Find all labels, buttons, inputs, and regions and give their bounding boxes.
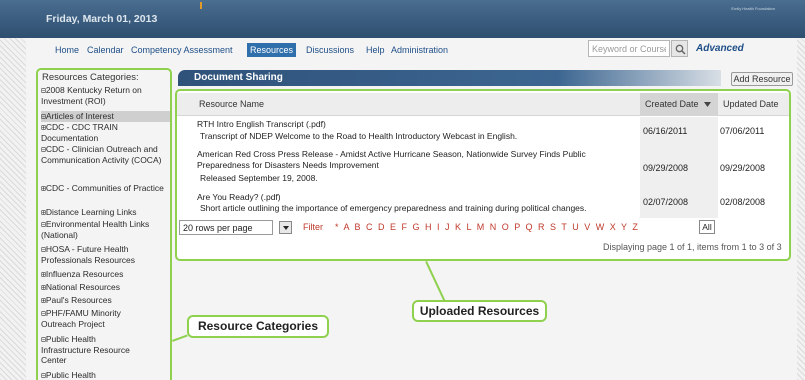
table-row[interactable]: Are You Ready? (.pdf) Short article outl… <box>177 192 789 218</box>
created-date-cell: 06/16/2011 <box>643 126 688 136</box>
category-label: Distance Learning Links <box>45 207 137 217</box>
main-nav: Home Calendar Competency Assessment Reso… <box>45 39 795 65</box>
resource-title-link[interactable]: American Red Cross Press Release - Amids… <box>197 149 637 171</box>
alphabet-filter[interactable]: * A B C D E F G H I J K L M N O P Q R S … <box>335 222 638 232</box>
updated-date-cell: 09/29/2008 <box>720 163 766 173</box>
category-item[interactable]: ⊟2008 Kentucky Return on Investment (ROI… <box>41 85 170 106</box>
category-item[interactable]: ⊞Paul's Resources <box>41 295 170 306</box>
banner-accent-mark <box>200 2 202 9</box>
category-label: Influenza Resources <box>45 269 124 279</box>
resources-table: Resource Name Created Date Updated Date … <box>175 89 791 261</box>
category-item[interactable]: ⊟Articles of Interest <box>41 111 170 122</box>
nav-home[interactable]: Home <box>55 45 79 55</box>
nav-help[interactable]: Help <box>366 45 385 55</box>
category-item[interactable]: ⊟HOSA - Future Health Professionals Reso… <box>41 244 170 265</box>
category-item[interactable]: ⊟CDC - Clinician Outreach and Communicat… <box>41 144 170 165</box>
category-label: Paul's Resources <box>45 295 112 305</box>
category-item[interactable]: ⊞CDC - Communities of Practice <box>41 183 170 194</box>
resource-description: Transcript of NDEP Welcome to the Road t… <box>200 131 518 141</box>
created-date-cell: 09/29/2008 <box>643 163 689 173</box>
column-header-resource-name[interactable]: Resource Name <box>199 99 264 109</box>
document-sharing-header: Document Sharing <box>178 70 721 86</box>
nav-calendar[interactable]: Calendar <box>87 45 124 55</box>
category-label: CDC - Clinician Outreach and Communicati… <box>41 144 162 165</box>
advanced-search-link[interactable]: Advanced <box>696 43 744 54</box>
category-label: CDC - Communities of Practice <box>45 183 164 193</box>
table-footer: 20 rows per page Filter * A B C D E F G … <box>179 220 789 236</box>
column-header-created-date[interactable]: Created Date <box>645 99 712 109</box>
left-page-margin <box>0 38 26 380</box>
uploaded-resources-callout: Uploaded Resources <box>412 300 547 322</box>
section-title: Document Sharing <box>194 72 283 83</box>
filter-label: Filter <box>303 222 323 232</box>
category-item[interactable]: ⊞Distance Learning Links <box>41 207 170 218</box>
top-banner: Friday, March 01, 2013 Emily Health Foun… <box>0 0 805 38</box>
category-label: HOSA - Future Health Professionals Resou… <box>41 244 136 265</box>
category-item[interactable]: ⊞National Resources <box>41 282 170 293</box>
magnifier-icon <box>675 44 686 55</box>
category-label: Public Health <box>45 370 96 380</box>
nav-resources[interactable]: Resources <box>247 43 297 57</box>
category-label: National Resources <box>45 282 121 292</box>
current-date: Friday, March 01, 2013 <box>46 13 158 25</box>
table-header: Resource Name Created Date Updated Date <box>177 93 789 116</box>
rows-per-page-select[interactable]: 20 rows per page <box>179 220 273 235</box>
table-row[interactable]: RTH Intro English Transcript (.pdf) Tran… <box>177 119 789 147</box>
sidebar-title: Resources Categories: <box>42 72 139 83</box>
category-label: Articles of Interest <box>45 111 114 121</box>
resource-description: Released September 19, 2008. <box>200 173 318 183</box>
add-resource-button[interactable]: Add Resource <box>731 72 793 86</box>
category-item[interactable]: ⊟Environmental Health Links (National) <box>41 219 170 240</box>
category-item[interactable]: ⊟PHF/FAMU Minority Outreach Project <box>41 308 131 329</box>
dropdown-arrow-icon[interactable] <box>279 221 292 234</box>
resource-title-link[interactable]: Are You Ready? (.pdf) <box>197 192 281 203</box>
column-header-updated-date[interactable]: Updated Date <box>723 99 779 109</box>
category-label: CDC - CDC TRAIN Documentation <box>41 122 118 143</box>
category-item[interactable]: ⊟Public Health <box>41 370 170 380</box>
resource-categories-callout: Resource Categories <box>187 315 329 338</box>
category-label: Environmental Health Links (National) <box>41 219 150 240</box>
updated-date-cell: 02/08/2008 <box>720 197 766 207</box>
updated-date-cell: 07/06/2011 <box>720 126 765 136</box>
table-row[interactable]: American Red Cross Press Release - Amids… <box>177 149 789 187</box>
keyword-search-input[interactable] <box>588 40 670 57</box>
category-item[interactable]: ⊞CDC - CDC TRAIN Documentation <box>41 122 170 143</box>
category-label: PHF/FAMU Minority Outreach Project <box>41 308 121 329</box>
category-label: Public Health Infrastructure Resource Ce… <box>41 334 130 365</box>
nav-discussions[interactable]: Discussions <box>306 45 354 55</box>
resource-categories-panel: Resources Categories: ⊟2008 Kentucky Ret… <box>36 68 172 380</box>
category-label: 2008 Kentucky Return on Investment (ROI) <box>41 85 142 106</box>
brand-logo-text: Emily Health Foundation <box>731 6 775 11</box>
category-item[interactable]: ⊟Public Health Infrastructure Resource C… <box>41 334 131 365</box>
category-item[interactable]: ⊞Influenza Resources <box>41 269 170 280</box>
filter-all-button[interactable]: All <box>699 220 715 234</box>
right-page-margin <box>797 38 805 380</box>
created-date-label: Created Date <box>645 99 699 109</box>
sort-desc-icon <box>704 102 712 108</box>
created-date-cell: 02/07/2008 <box>643 197 689 207</box>
nav-competency-assessment[interactable]: Competency Assessment <box>131 45 233 55</box>
paging-status: Displaying page 1 of 1, items from 1 to … <box>603 242 782 252</box>
resource-description: Short article outlining the importance o… <box>200 203 587 213</box>
search-button[interactable] <box>671 40 688 57</box>
nav-administration[interactable]: Administration <box>391 45 448 55</box>
resource-title-link[interactable]: RTH Intro English Transcript (.pdf) <box>197 119 326 130</box>
